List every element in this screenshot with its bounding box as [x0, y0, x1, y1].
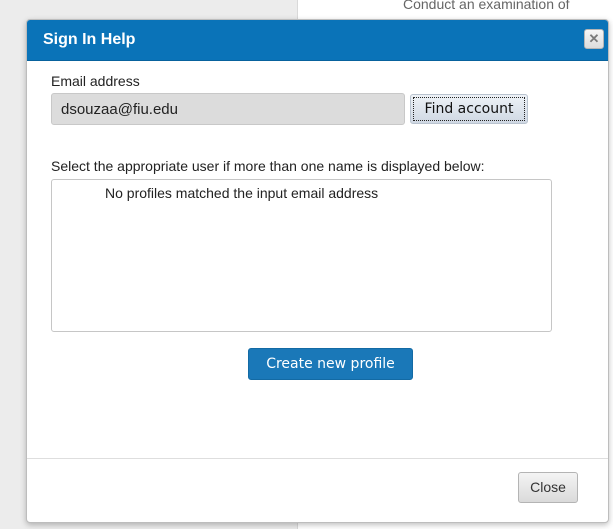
close-button[interactable]: Close [518, 472, 578, 503]
background-text: Conduct an examination of [403, 0, 570, 11]
select-user-instruction: Select the appropriate user if more than… [51, 158, 485, 174]
sign-in-help-dialog: Sign In Help ✕ Email address Find accoun… [26, 19, 609, 523]
create-new-profile-button[interactable]: Create new profile [248, 348, 413, 380]
no-profiles-message: No profiles matched the input email addr… [105, 185, 379, 201]
dialog-titlebar: Sign In Help ✕ [27, 20, 608, 61]
profile-list[interactable]: No profiles matched the input email addr… [51, 179, 552, 332]
find-account-label: Find account [413, 97, 525, 121]
close-icon[interactable]: ✕ [584, 29, 604, 49]
find-account-button[interactable]: Find account [410, 94, 528, 124]
email-field[interactable] [51, 93, 405, 125]
email-label: Email address [51, 73, 140, 89]
footer-divider [27, 458, 608, 459]
dialog-title: Sign In Help [43, 31, 136, 48]
